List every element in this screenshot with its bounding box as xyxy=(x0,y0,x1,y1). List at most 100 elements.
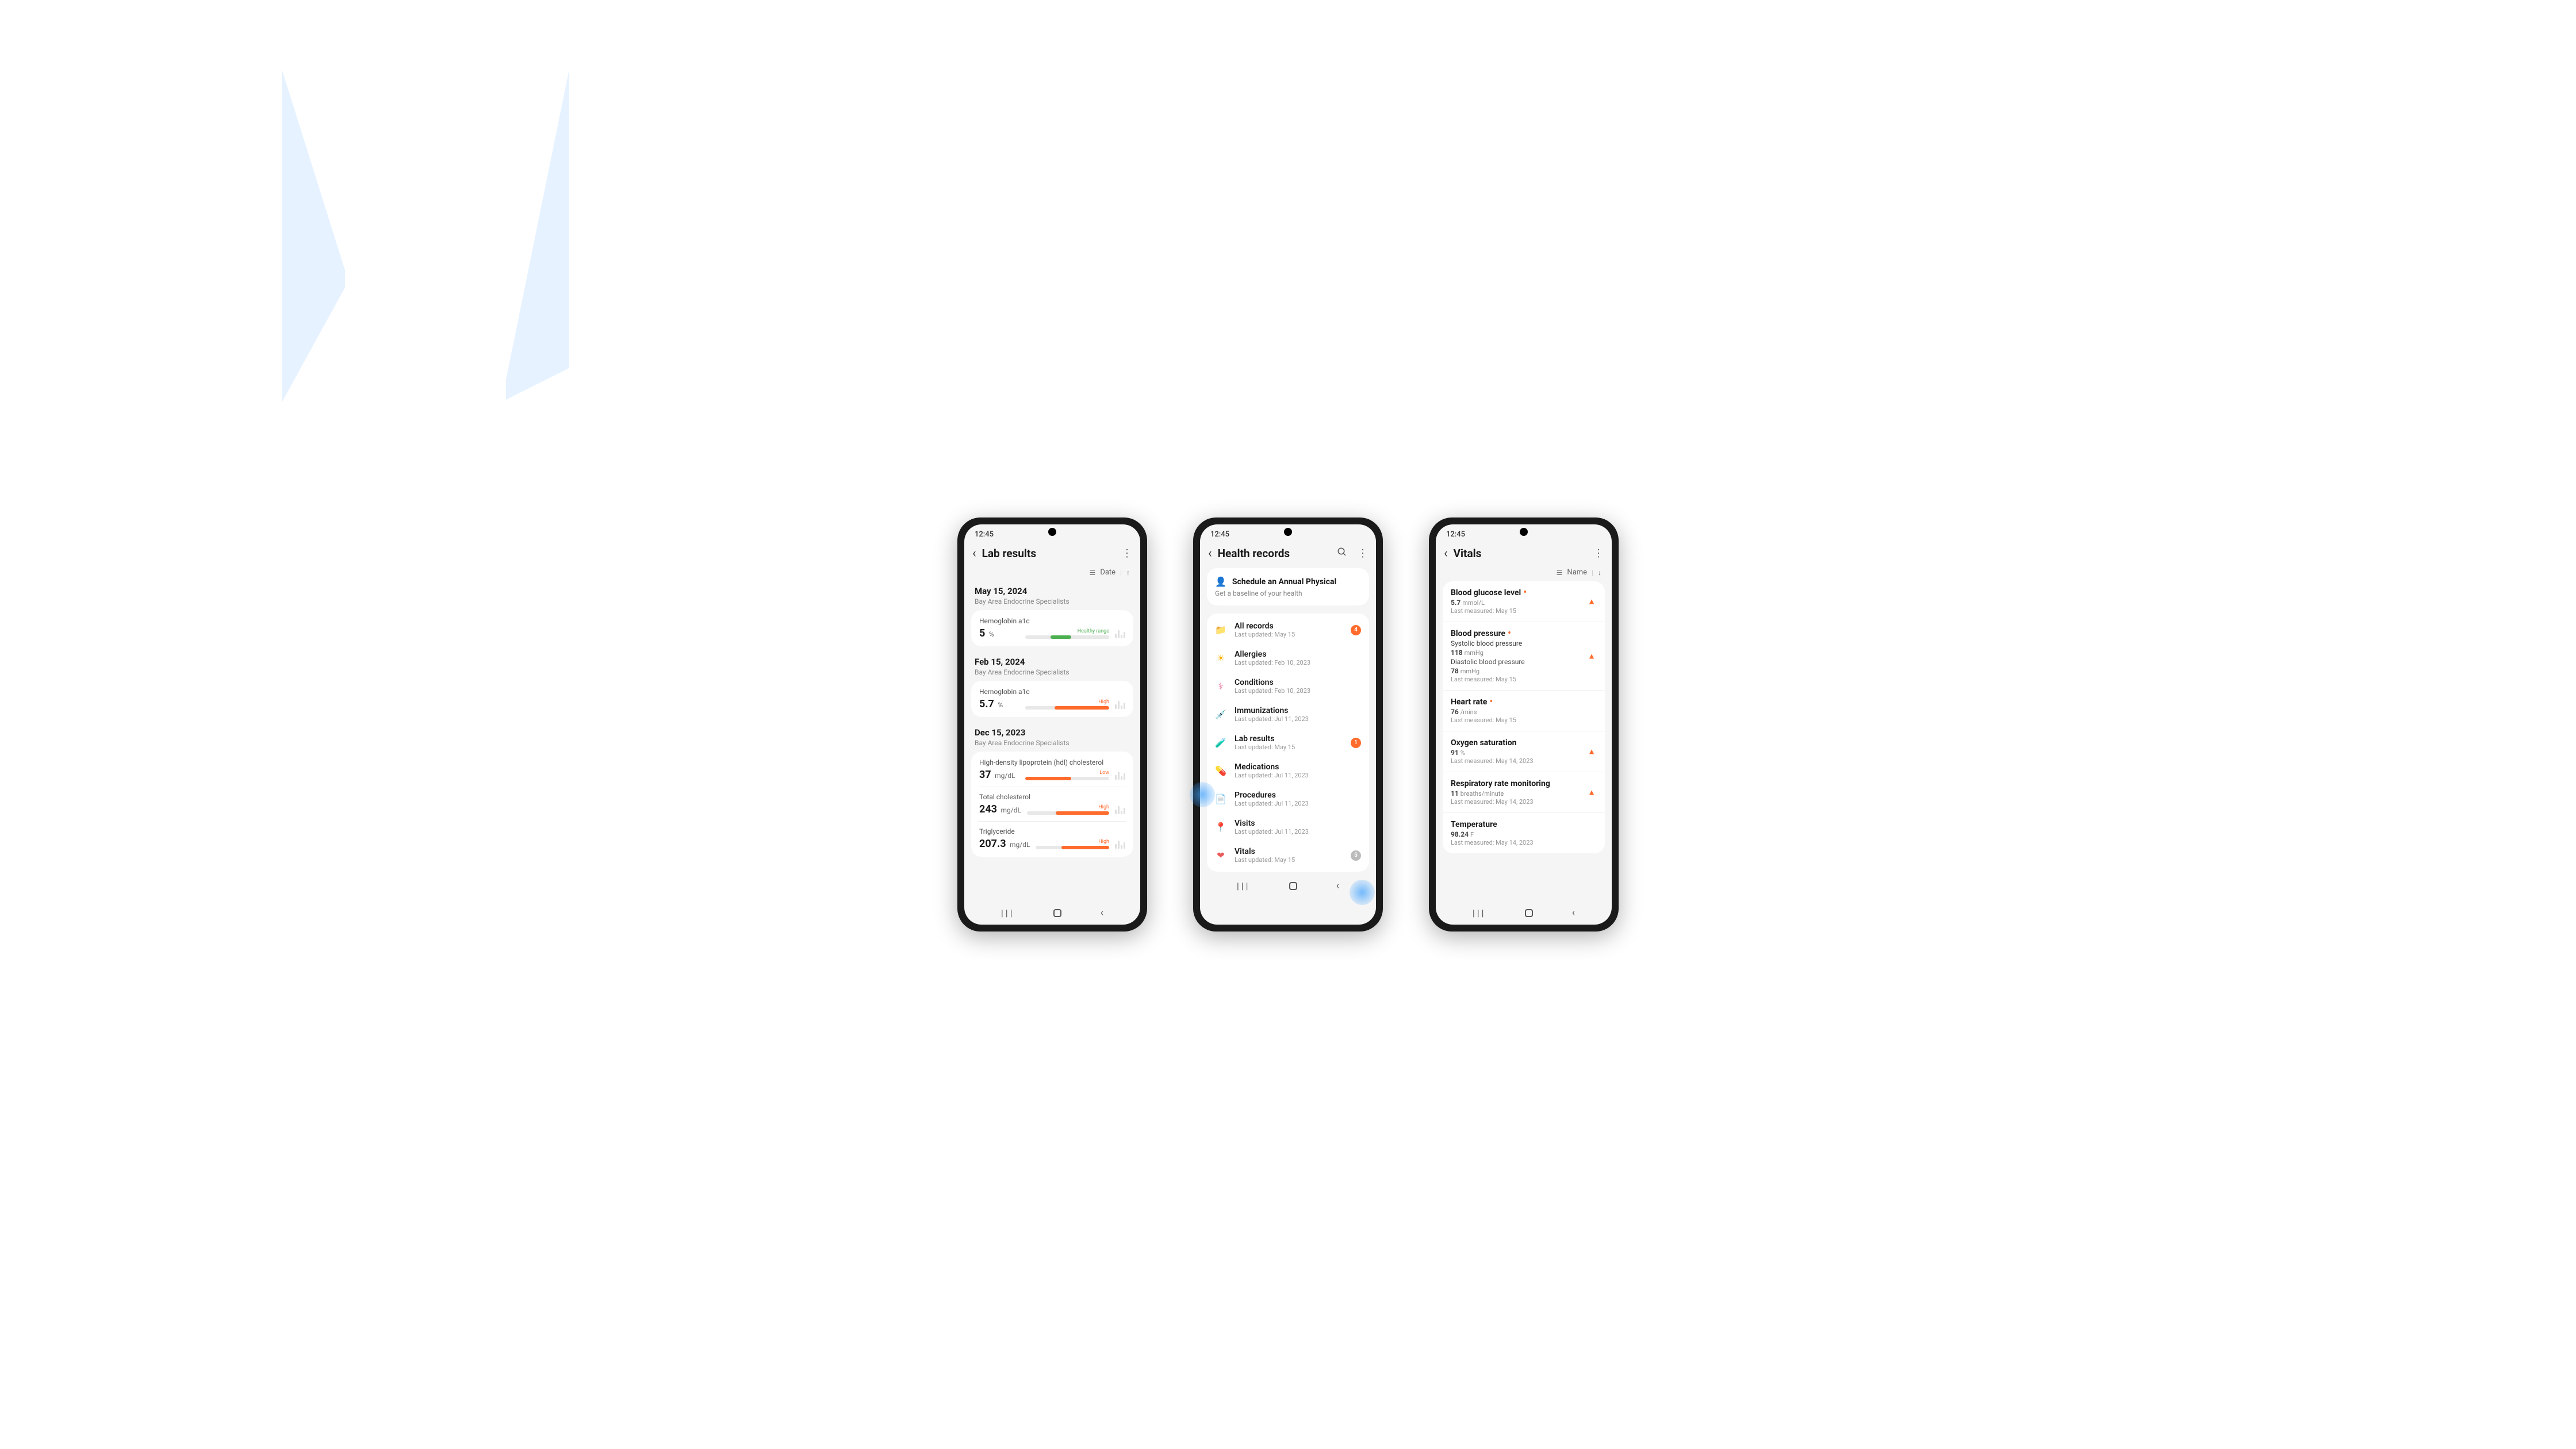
count-badge: 1 xyxy=(1351,738,1361,748)
nav-home-icon[interactable] xyxy=(1525,909,1533,917)
sort-direction-icon[interactable]: ↑ xyxy=(1126,569,1130,577)
category-icon: ⚕ xyxy=(1215,681,1226,692)
list-title: All records xyxy=(1235,622,1343,631)
vital-meta: Last measured: May 14, 2023 xyxy=(1451,839,1597,846)
records-item-medications[interactable]: 💊MedicationsLast updated: Jul 11, 2023 xyxy=(1207,757,1369,785)
lab-row: 243 mg/dLHigh xyxy=(979,803,1125,815)
vital-reading: 98.24 F xyxy=(1451,830,1597,838)
sort-row[interactable]: ☰ Name | ↓ xyxy=(1436,566,1612,581)
records-item-procedures[interactable]: 📄 ProceduresLast updated: Jul 11, 2023 xyxy=(1207,785,1369,813)
phone-lab-results: 12:45 ‹ Lab results ⋮ ☰ Date | ↑ May 15,… xyxy=(957,518,1147,931)
lab-card[interactable]: Hemoglobin a1c5 %Healthy range xyxy=(971,610,1133,646)
list-title: Vitals xyxy=(1235,847,1343,856)
vital-item-temperature[interactable]: Temperature98.24 FLast measured: May 14,… xyxy=(1443,813,1605,853)
vital-title: Respiratory rate monitoring xyxy=(1451,779,1550,788)
vitals-content: Blood glucose level•5.7 mmol/LLast measu… xyxy=(1436,581,1612,899)
nav-home-icon[interactable] xyxy=(1289,882,1297,890)
warning-icon: ▲ xyxy=(1588,788,1596,798)
lab-test-name: High-density lipoprotein (hdl) cholester… xyxy=(979,758,1125,766)
phone-health-records: 12:45 ‹ Health records ⋮ 👤 Schedule an A… xyxy=(1193,518,1383,931)
records-item-immunizations[interactable]: 💉ImmunizationsLast updated: Jul 11, 2023 xyxy=(1207,700,1369,729)
warning-icon: ▲ xyxy=(1588,651,1596,661)
lab-row: 5.7 %High xyxy=(979,698,1125,710)
camera-cutout xyxy=(1284,528,1292,536)
vital-item-heart-rate[interactable]: Heart rate•76 /minsLast measured: May 15 xyxy=(1443,691,1605,731)
records-item-allergies[interactable]: ☀AllergiesLast updated: Feb 10, 2023 xyxy=(1207,644,1369,672)
vital-reading-label: Diastolic blood pressure xyxy=(1451,658,1597,666)
list-title: Lab results xyxy=(1235,734,1343,743)
nav-home-icon[interactable] xyxy=(1053,909,1061,917)
chart-icon[interactable] xyxy=(1115,700,1125,709)
list-subtitle: Last updated: May 15 xyxy=(1235,743,1343,751)
vital-title: Blood glucose level xyxy=(1451,588,1521,597)
vital-meta: Last measured: May 15 xyxy=(1451,716,1597,724)
sort-label: Date xyxy=(1100,568,1116,577)
vital-item-oxygen-saturation[interactable]: Oxygen saturation91 %Last measured: May … xyxy=(1443,731,1605,772)
category-icon: ❤ xyxy=(1215,850,1226,861)
nav-back-icon[interactable]: ‹ xyxy=(1336,880,1339,892)
header: ‹ Health records ⋮ xyxy=(1200,541,1376,566)
range-indicator: Healthy range xyxy=(1025,628,1109,639)
list-subtitle: Last updated: Jul 11, 2023 xyxy=(1235,800,1361,807)
chart-icon[interactable] xyxy=(1115,839,1125,849)
list-title: Visits xyxy=(1235,819,1361,828)
records-item-visits[interactable]: 📍VisitsLast updated: Jul 11, 2023 xyxy=(1207,813,1369,841)
sort-direction-icon[interactable]: ↓ xyxy=(1598,569,1601,577)
vital-item-respiratory-rate-monitoring[interactable]: Respiratory rate monitoring11 breaths/mi… xyxy=(1443,772,1605,813)
vital-reading: 11 breaths/minute xyxy=(1451,789,1597,798)
category-icon: 📍 xyxy=(1215,822,1226,833)
more-icon[interactable]: ⋮ xyxy=(1358,547,1368,559)
range-indicator: Low xyxy=(1025,770,1109,780)
nav-recent-icon[interactable]: ||| xyxy=(1237,880,1251,891)
back-icon[interactable]: ‹ xyxy=(972,547,976,560)
filter-icon[interactable]: ☰ xyxy=(1557,569,1563,577)
search-icon[interactable] xyxy=(1337,547,1347,560)
list-subtitle: Last updated: Jul 11, 2023 xyxy=(1235,715,1361,723)
nav-back-icon[interactable]: ‹ xyxy=(1101,907,1103,919)
lab-card[interactable]: High-density lipoprotein (hdl) cholester… xyxy=(971,752,1133,857)
nav-recent-icon[interactable]: ||| xyxy=(1001,907,1015,918)
records-item-all-records[interactable]: 📁All recordsLast updated: May 154 xyxy=(1207,616,1369,644)
filter-icon[interactable]: ☰ xyxy=(1090,569,1096,577)
nav-bar: ||| ‹ xyxy=(1200,872,1376,898)
lab-test-name: Total cholesterol xyxy=(979,793,1125,801)
more-icon[interactable]: ⋮ xyxy=(1593,547,1604,559)
schedule-banner[interactable]: 👤 Schedule an Annual Physical Get a base… xyxy=(1207,568,1369,605)
category-icon: 📄 xyxy=(1215,793,1226,805)
nav-recent-icon[interactable]: ||| xyxy=(1473,907,1486,918)
back-icon[interactable]: ‹ xyxy=(1208,547,1212,560)
lab-card[interactable]: Hemoglobin a1c5.7 %High xyxy=(971,681,1133,717)
page-title: Lab results xyxy=(982,547,1111,560)
more-icon[interactable]: ⋮ xyxy=(1122,547,1132,559)
banner-subtitle: Get a baseline of your health xyxy=(1215,589,1361,597)
category-icon: ☀ xyxy=(1215,653,1226,664)
sort-label: Name xyxy=(1567,568,1587,577)
screen-lab-results: 12:45 ‹ Lab results ⋮ ☰ Date | ↑ May 15,… xyxy=(964,524,1140,925)
chart-icon[interactable] xyxy=(1115,770,1125,780)
camera-cutout xyxy=(1048,528,1056,536)
lab-value: 37 mg/dL xyxy=(979,769,1019,781)
nav-bar: ||| ‹ xyxy=(1436,899,1612,925)
vital-reading: 5.7 mmol/L xyxy=(1451,599,1597,607)
records-item-vitals[interactable]: ❤VitalsLast updated: May 155 xyxy=(1207,841,1369,869)
vital-meta: Last measured: May 15 xyxy=(1451,607,1597,615)
chart-icon[interactable] xyxy=(1115,805,1125,814)
chart-icon[interactable] xyxy=(1115,629,1125,638)
lab-row: 37 mg/dL Low xyxy=(979,769,1125,781)
back-icon[interactable]: ‹ xyxy=(1444,547,1448,560)
vital-item-blood-pressure[interactable]: Blood pressure•Systolic blood pressure11… xyxy=(1443,622,1605,691)
list-title: Procedures xyxy=(1235,791,1361,800)
lab-row: 207.3 mg/dLHigh xyxy=(979,838,1125,850)
vital-item-blood-glucose-level[interactable]: Blood glucose level•5.7 mmol/LLast measu… xyxy=(1443,581,1605,622)
vital-meta: Last measured: May 15 xyxy=(1451,676,1597,683)
vital-reading: 76 /mins xyxy=(1451,708,1597,716)
vital-title: Blood pressure xyxy=(1451,629,1505,638)
sort-row[interactable]: ☰ Date | ↑ xyxy=(964,566,1140,581)
records-item-conditions[interactable]: ⚕ConditionsLast updated: Feb 10, 2023 xyxy=(1207,672,1369,700)
vital-title: Temperature xyxy=(1451,820,1497,829)
vital-reading: 118 mmHg xyxy=(1451,649,1597,657)
records-item-lab-results[interactable]: 🧪Lab resultsLast updated: May 151 xyxy=(1207,729,1369,757)
lab-test-name: Triglyceride xyxy=(979,827,1125,835)
nav-back-icon[interactable]: ‹ xyxy=(1572,907,1575,919)
lab-content: May 15, 2024Bay Area Endocrine Specialis… xyxy=(964,581,1140,899)
